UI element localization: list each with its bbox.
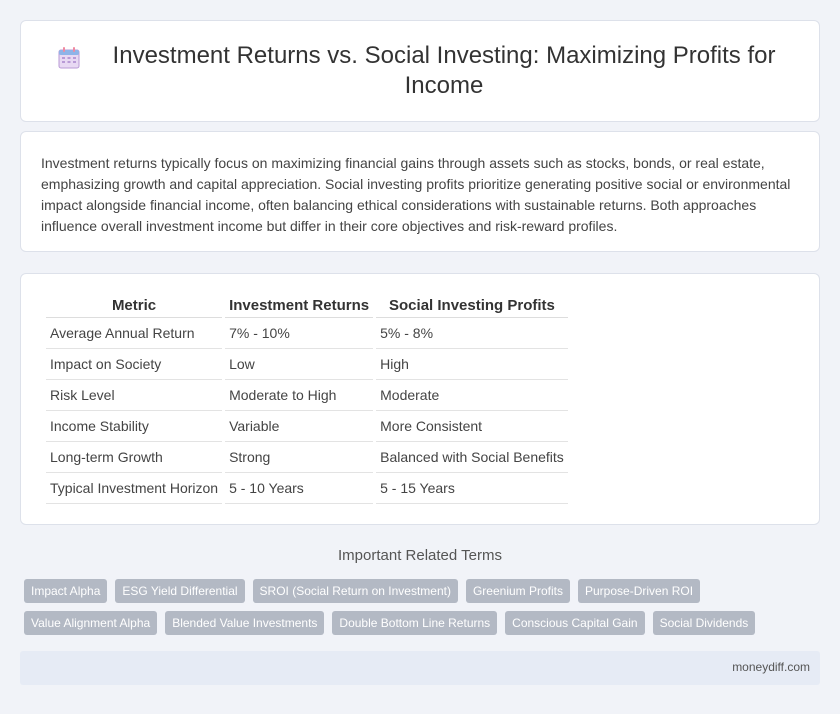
tag-row: Impact Alpha ESG Yield Differential SROI… <box>24 579 804 603</box>
table-cell: Balanced with Social Benefits <box>376 442 568 473</box>
table-cell: Impact on Society <box>46 349 223 380</box>
table-cell: 5 - 15 Years <box>376 473 568 504</box>
table-cell: Moderate <box>376 380 568 411</box>
table-cell: 5% - 8% <box>376 318 568 349</box>
footer-site-link[interactable]: moneydiff.com <box>732 660 810 674</box>
summary-card: Investment returns typically focus on ma… <box>20 131 820 252</box>
table-cell: Long-term Growth <box>46 442 223 473</box>
related-term-tag[interactable]: Blended Value Investments <box>165 611 325 635</box>
table-row: Risk Level Moderate to High Moderate <box>46 380 568 411</box>
related-term-tag[interactable]: Double Bottom Line Returns <box>332 611 498 635</box>
related-term-tag[interactable]: SROI (Social Return on Investment) <box>252 579 458 603</box>
comparison-table: Metric Investment Returns Social Investi… <box>43 296 571 504</box>
calendar-icon <box>58 47 80 69</box>
table-row: Average Annual Return 7% - 10% 5% - 8% <box>46 318 568 349</box>
table-cell: 5 - 10 Years <box>225 473 374 504</box>
summary-text: Investment returns typically focus on ma… <box>41 155 791 234</box>
table-cell: Income Stability <box>46 411 223 442</box>
table-row: Income Stability Variable More Consisten… <box>46 411 568 442</box>
title-card: Investment Returns vs. Social Investing:… <box>20 20 820 122</box>
table-cell: Strong <box>225 442 374 473</box>
table-row: Impact on Society Low High <box>46 349 568 380</box>
table-cell: Average Annual Return <box>46 318 223 349</box>
table-cell: High <box>376 349 568 380</box>
related-terms-heading: Important Related Terms <box>338 547 502 564</box>
table-cell: Variable <box>225 411 374 442</box>
table-cell: Typical Investment Horizon <box>46 473 223 504</box>
related-term-tag[interactable]: Social Dividends <box>652 611 756 635</box>
related-term-tag[interactable]: Impact Alpha <box>24 579 108 603</box>
table-cell: More Consistent <box>376 411 568 442</box>
related-term-tag[interactable]: Purpose-Driven ROI <box>578 579 701 603</box>
related-term-tag[interactable]: ESG Yield Differential <box>115 579 245 603</box>
comparison-table-card: Metric Investment Returns Social Investi… <box>20 273 820 525</box>
table-row: Typical Investment Horizon 5 - 10 Years … <box>46 473 568 504</box>
related-term-tag[interactable]: Conscious Capital Gain <box>505 611 645 635</box>
tag-row: Value Alignment Alpha Blended Value Inve… <box>24 611 804 635</box>
table-cell: Low <box>225 349 374 380</box>
footer: moneydiff.com <box>20 651 820 685</box>
column-header: Social Investing Profits <box>376 296 568 318</box>
related-terms-tags: Impact Alpha ESG Yield Differential SROI… <box>24 579 804 643</box>
column-header: Investment Returns <box>225 296 374 318</box>
table-cell: Moderate to High <box>225 380 374 411</box>
title-wrap: Investment Returns vs. Social Investing:… <box>56 41 784 101</box>
table-cell: Risk Level <box>46 380 223 411</box>
table-cell: 7% - 10% <box>225 318 374 349</box>
related-term-tag[interactable]: Greenium Profits <box>465 579 570 603</box>
table-header-row: Metric Investment Returns Social Investi… <box>46 296 568 318</box>
related-term-tag[interactable]: Value Alignment Alpha <box>24 611 158 635</box>
page-title: Investment Returns vs. Social Investing:… <box>112 42 776 99</box>
table-row: Long-term Growth Strong Balanced with So… <box>46 442 568 473</box>
column-header: Metric <box>46 296 223 318</box>
